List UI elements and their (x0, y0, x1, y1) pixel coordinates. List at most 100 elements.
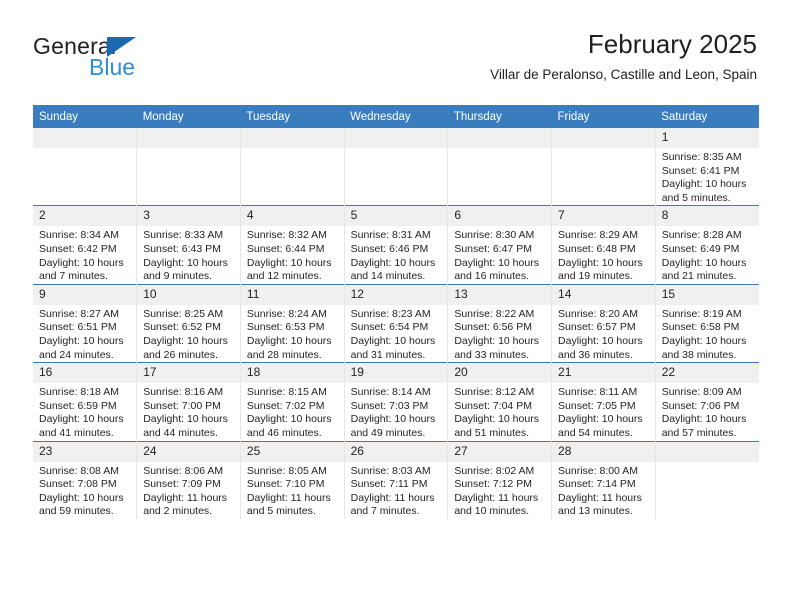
calendar-day-cell[interactable]: 28 Sunrise: 8:00 AM Sunset: 7:14 PM Dayligh… (551, 440, 656, 519)
calendar-day-cell[interactable]: 19 Sunrise: 8:14 AM Sunset: 7:03 PM Dayligh… (344, 362, 449, 441)
sunrise-time: Sunrise: 8:22 AM (454, 307, 535, 320)
day-sun-info: Sunrise: 8:31 AM Sunset: 6:46 PM Daylight:… (345, 226, 448, 283)
title-block: February 2025 Villar de Peralonso, Casti… (490, 27, 757, 86)
day-sun-info: Sunrise: 8:35 AM Sunset: 6:41 PM Daylight:… (656, 148, 759, 205)
sunrise-time: Sunrise: 8:30 AM (454, 229, 535, 242)
calendar-day-cell[interactable]: 27 Sunrise: 8:02 AM Sunset: 7:12 PM Dayligh… (447, 440, 553, 519)
general-blue-logo: General Blue (33, 33, 233, 91)
sunset-time: Sunset: 6:54 PM (350, 321, 429, 334)
sunset-time: Sunset: 7:04 PM (454, 399, 532, 412)
calendar-day-cell[interactable]: 17 Sunrise: 8:16 AM Sunset: 7:00 PM Dayligh… (136, 362, 241, 441)
calendar-day-cell-empty (33, 128, 138, 206)
day-number (552, 128, 655, 148)
day-number: 4 (240, 206, 344, 227)
day-number: 11 (240, 284, 344, 305)
calendar-day-cell[interactable]: 16 Sunrise: 8:18 AM Sunset: 6:59 PM Dayligh… (33, 362, 138, 441)
day-number: 26 (344, 441, 448, 462)
weekday-header-saturday: Saturday (655, 105, 759, 128)
calendar-day-cell[interactable]: 18 Sunrise: 8:15 AM Sunset: 7:02 PM Dayligh… (240, 362, 345, 441)
day-sun-info: Sunrise: 8:08 AM Sunset: 7:08 PM Daylight:… (33, 462, 136, 519)
daylight-duration: Daylight: 10 hours and 14 minutes. (350, 256, 436, 283)
sunset-time: Sunset: 7:03 PM (350, 399, 429, 412)
sunset-time: Sunset: 6:56 PM (454, 321, 532, 334)
calendar-week-row: 1 Sunrise: 8:35 AM Sunset: 6:41 PM Daylight… (33, 128, 759, 206)
daylight-duration: Daylight: 11 hours and 7 minutes. (350, 491, 435, 518)
daylight-duration: Daylight: 10 hours and 59 minutes. (39, 491, 124, 518)
day-number: 14 (552, 284, 655, 305)
sunrise-time: Sunrise: 8:11 AM (558, 386, 638, 399)
calendar-day-cell[interactable]: 10 Sunrise: 8:25 AM Sunset: 6:52 PM Dayligh… (136, 283, 241, 363)
daylight-duration: Daylight: 10 hours and 7 minutes. (39, 256, 124, 283)
calendar-day-cell[interactable]: 20 Sunrise: 8:12 AM Sunset: 7:04 PM Dayligh… (447, 362, 553, 441)
calendar-day-cell[interactable]: 4 Sunrise: 8:32 AM Sunset: 6:44 PM Daylight… (240, 205, 345, 285)
sunrise-time: Sunrise: 8:12 AM (454, 386, 535, 399)
calendar-day-cell[interactable]: 13 Sunrise: 8:22 AM Sunset: 6:56 PM Dayligh… (447, 283, 553, 363)
calendar-day-cell[interactable]: 26 Sunrise: 8:03 AM Sunset: 7:11 PM Dayligh… (344, 440, 449, 519)
daylight-duration: Daylight: 11 hours and 13 minutes. (558, 491, 642, 518)
calendar-day-cell[interactable]: 12 Sunrise: 8:23 AM Sunset: 6:54 PM Dayligh… (344, 283, 449, 363)
sunrise-time: Sunrise: 8:06 AM (143, 464, 224, 477)
sunset-time: Sunset: 7:10 PM (246, 478, 325, 491)
day-number: 24 (137, 441, 240, 462)
calendar-day-cell[interactable]: 5 Sunrise: 8:31 AM Sunset: 6:46 PM Daylight… (344, 205, 449, 285)
day-number (448, 128, 552, 148)
calendar-day-cell[interactable]: 6 Sunrise: 8:30 AM Sunset: 6:47 PM Daylight… (447, 205, 553, 285)
calendar-day-cell[interactable]: 11 Sunrise: 8:24 AM Sunset: 6:53 PM Dayligh… (240, 283, 345, 363)
weekday-header-monday: Monday (136, 105, 241, 128)
day-sun-info: Sunrise: 8:12 AM Sunset: 7:04 PM Daylight:… (448, 383, 551, 440)
day-sun-info: Sunrise: 8:03 AM Sunset: 7:11 PM Daylight:… (345, 462, 448, 519)
calendar-day-cell[interactable]: 15 Sunrise: 8:19 AM Sunset: 6:58 PM Dayligh… (655, 283, 759, 363)
sunset-time: Sunset: 7:14 PM (558, 478, 636, 491)
calendar-page: General Blue February 2025 Villar de Per… (0, 0, 792, 612)
sunset-time: Sunset: 7:08 PM (39, 478, 117, 491)
calendar-day-cell[interactable]: 22 Sunrise: 8:09 AM Sunset: 7:06 PM Dayligh… (655, 362, 759, 441)
sunset-time: Sunset: 7:05 PM (558, 399, 636, 412)
day-number: 21 (552, 363, 655, 384)
day-sun-info: Sunrise: 8:06 AM Sunset: 7:09 PM Daylight:… (137, 462, 240, 519)
calendar-day-cell[interactable]: 1 Sunrise: 8:35 AM Sunset: 6:41 PM Daylight… (655, 128, 759, 206)
daylight-duration: Daylight: 11 hours and 10 minutes. (454, 491, 539, 518)
day-number: 8 (655, 206, 759, 227)
day-number (240, 128, 344, 148)
weekday-header-tuesday: Tuesday (240, 105, 345, 128)
day-number: 10 (137, 284, 240, 305)
calendar-day-cell-empty (551, 128, 656, 206)
sunrise-time: Sunrise: 8:32 AM (246, 229, 327, 242)
daylight-duration: Daylight: 10 hours and 16 minutes. (454, 256, 539, 283)
calendar-day-cell[interactable]: 7 Sunrise: 8:29 AM Sunset: 6:48 PM Daylight… (551, 205, 656, 285)
day-sun-info: Sunrise: 8:22 AM Sunset: 6:56 PM Daylight:… (448, 305, 551, 362)
sunrise-time: Sunrise: 8:24 AM (246, 307, 327, 320)
day-number (655, 441, 759, 462)
daylight-duration: Daylight: 10 hours and 24 minutes. (39, 334, 124, 361)
daylight-duration: Daylight: 10 hours and 51 minutes. (454, 413, 539, 439)
sunset-time: Sunset: 7:06 PM (661, 399, 740, 412)
daylight-duration: Daylight: 10 hours and 12 minutes. (246, 256, 332, 283)
daylight-duration: Daylight: 10 hours and 28 minutes. (246, 334, 332, 361)
calendar-day-cell[interactable]: 3 Sunrise: 8:33 AM Sunset: 6:43 PM Daylight… (136, 205, 241, 285)
sunrise-time: Sunrise: 8:02 AM (454, 464, 535, 477)
daylight-duration: Daylight: 10 hours and 41 minutes. (39, 413, 124, 439)
calendar-day-cell[interactable]: 8 Sunrise: 8:28 AM Sunset: 6:49 PM Daylight… (655, 205, 759, 285)
sunset-time: Sunset: 6:53 PM (246, 321, 325, 334)
daylight-duration: Daylight: 10 hours and 9 minutes. (143, 256, 228, 283)
day-sun-info: Sunrise: 8:34 AM Sunset: 6:42 PM Daylight:… (33, 226, 136, 283)
daylight-duration: Daylight: 10 hours and 26 minutes. (143, 334, 228, 361)
sunset-time: Sunset: 6:49 PM (661, 242, 740, 255)
calendar-day-cell[interactable]: 14 Sunrise: 8:20 AM Sunset: 6:57 PM Dayligh… (551, 283, 656, 363)
day-number: 28 (552, 441, 655, 462)
day-number: 12 (344, 284, 448, 305)
sunset-time: Sunset: 6:42 PM (39, 242, 117, 255)
calendar-week-row: 9 Sunrise: 8:27 AM Sunset: 6:51 PM Daylight… (33, 283, 759, 363)
sunset-time: Sunset: 6:46 PM (350, 242, 429, 255)
calendar-day-cell-empty (447, 128, 553, 206)
calendar-day-cell[interactable]: 2 Sunrise: 8:34 AM Sunset: 6:42 PM Daylight… (33, 205, 138, 285)
calendar-day-cell[interactable]: 25 Sunrise: 8:05 AM Sunset: 7:10 PM Dayligh… (240, 440, 345, 519)
calendar-day-cell[interactable]: 9 Sunrise: 8:27 AM Sunset: 6:51 PM Daylight… (33, 283, 138, 363)
sunrise-time: Sunrise: 8:08 AM (39, 464, 119, 477)
calendar-day-cell[interactable]: 24 Sunrise: 8:06 AM Sunset: 7:09 PM Dayligh… (136, 440, 241, 519)
day-sun-info: Sunrise: 8:11 AM Sunset: 7:05 PM Daylight:… (552, 383, 655, 440)
daylight-duration: Daylight: 10 hours and 46 minutes. (246, 413, 332, 439)
calendar-day-cell[interactable]: 23 Sunrise: 8:08 AM Sunset: 7:08 PM Dayligh… (33, 440, 138, 519)
calendar-day-cell[interactable]: 21 Sunrise: 8:11 AM Sunset: 7:05 PM Dayligh… (551, 362, 656, 441)
day-sun-info: Sunrise: 8:19 AM Sunset: 6:58 PM Daylight:… (656, 305, 759, 362)
